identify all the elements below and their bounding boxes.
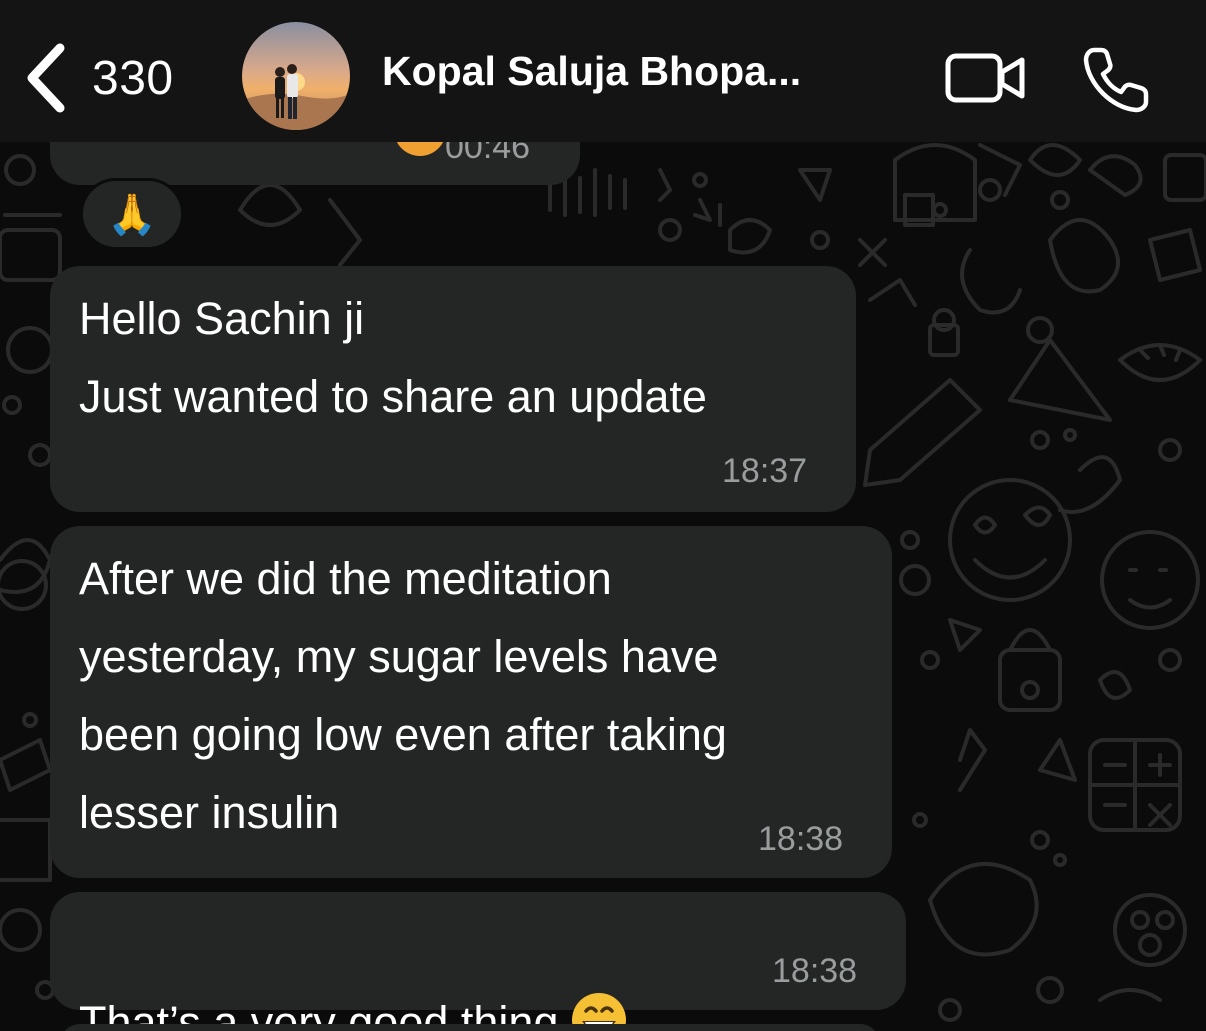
message-time: 18:38 [758, 820, 844, 858]
message-text: Hello Sachin ji Just wanted to share an … [79, 293, 707, 422]
message-bubble-partial-next[interactable] [60, 1024, 880, 1031]
unread-count: 330 [92, 51, 174, 105]
contact-name[interactable]: Kopal Saluja Bhopa... [382, 48, 801, 95]
chevron-left-icon [27, 43, 65, 113]
message-time: 18:38 [772, 952, 858, 990]
chat-header: 330 Kopal Saluja Bhopa... [0, 0, 1206, 142]
reaction-badge[interactable]: 🙏 [80, 178, 184, 250]
message-list: 00:46 🙏 Hello Sachin ji Just wanted to s… [0, 0, 1206, 1031]
message-text: After we did the meditation yesterday, m… [79, 553, 727, 838]
folded-hands-icon: 🙏 [107, 192, 157, 237]
message-bubble[interactable]: That’s a very good thing 18:38 [50, 892, 906, 1031]
avatar[interactable] [242, 22, 350, 130]
phone-icon[interactable] [1082, 44, 1152, 114]
message-text: That’s a very good thing [79, 906, 628, 1031]
message-bubble[interactable]: After we did the meditation yesterday, m… [50, 526, 892, 878]
video-camera-icon[interactable] [944, 50, 1028, 106]
message-time: 18:37 [722, 452, 808, 490]
back-button[interactable]: 330 [22, 40, 174, 116]
chat-screen: 330 Kopal Saluja Bhopa... 00:46 🙏 Hello … [0, 0, 1206, 1031]
avatar-image [242, 22, 350, 130]
message-bubble[interactable]: Hello Sachin ji Just wanted to share an … [50, 266, 856, 512]
